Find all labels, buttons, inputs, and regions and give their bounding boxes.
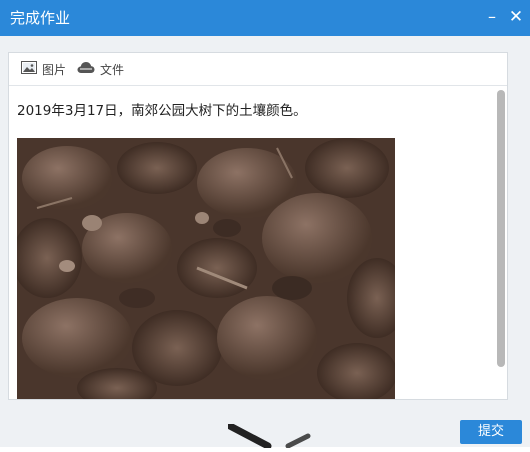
soil-photo: [17, 138, 395, 399]
insert-file-label: 文件: [100, 62, 125, 77]
cloud-file-icon: [77, 61, 95, 77]
homework-dialog: 完成作业 – ✕ 图片 文件 2019年3月17日，南郊公园大树下的土壤颜色。 …: [0, 0, 530, 450]
editor-scrollbar[interactable]: [497, 86, 507, 399]
insert-file-button[interactable]: 文件: [77, 61, 124, 77]
minimize-button[interactable]: –: [482, 6, 502, 28]
answer-editor[interactable]: 图片 文件 2019年3月17日，南郊公园大树下的土壤颜色。: [8, 52, 508, 400]
insert-image-label: 图片: [42, 62, 67, 77]
insert-image-button[interactable]: 图片: [21, 61, 66, 77]
editor-content[interactable]: 2019年3月17日，南郊公园大树下的土壤颜色。: [9, 86, 497, 399]
submit-button[interactable]: 提交: [460, 420, 522, 444]
dialog-title: 完成作业: [10, 9, 71, 27]
editor-toolbar: 图片 文件: [9, 53, 507, 86]
decorative-mark: [226, 422, 340, 450]
scrollbar-thumb[interactable]: [497, 90, 505, 367]
image-icon: [21, 61, 37, 77]
answer-text: 2019年3月17日，南郊公园大树下的土壤颜色。: [17, 103, 307, 119]
close-button[interactable]: ✕: [506, 6, 526, 28]
title-bar: 完成作业 – ✕: [0, 0, 530, 36]
